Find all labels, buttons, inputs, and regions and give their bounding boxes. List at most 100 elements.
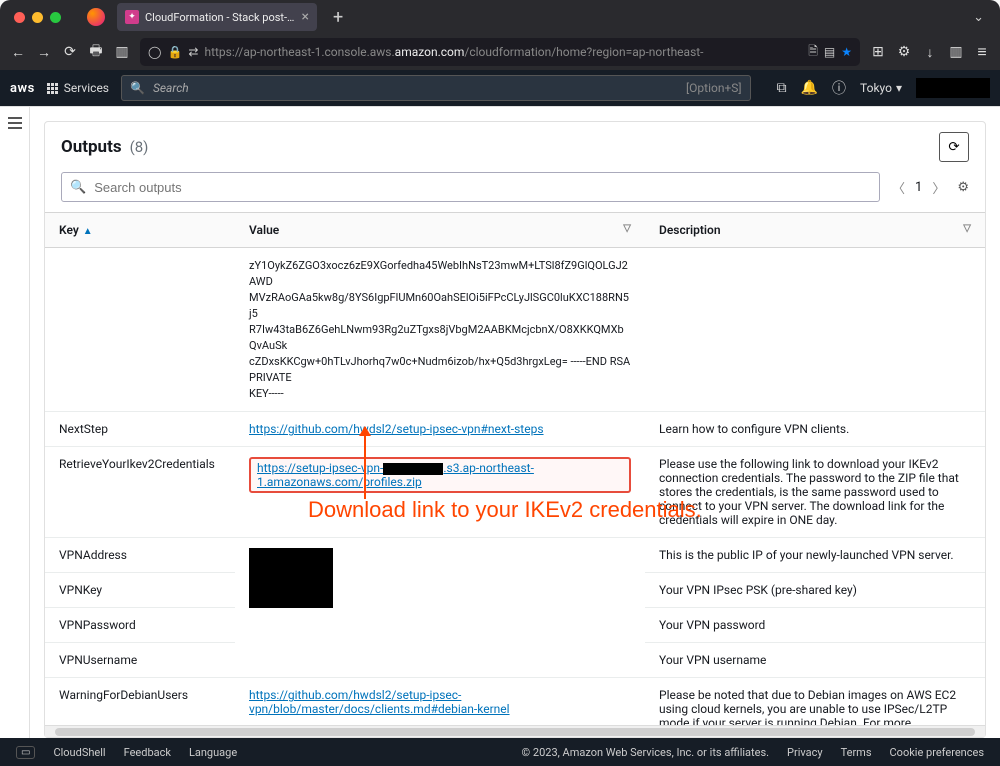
tab-bar: ✦ CloudFormation - Stack post-t… × + ⌄ — [0, 0, 1000, 34]
cell-key: VPNPassword — [45, 608, 235, 643]
outputs-panel: Outputs (8) ⟳ 🔍 〈 1 〉 ⚙ — [44, 121, 986, 738]
maximize-window-icon[interactable] — [50, 12, 61, 23]
table-row: NextStep https://github.com/hwdsl2/setup… — [45, 412, 985, 447]
cell-description: Learn how to configure VPN clients. — [645, 412, 985, 447]
hamburger-icon[interactable] — [8, 117, 22, 738]
bookmark-icon[interactable]: ★ — [841, 45, 852, 59]
prev-page-button[interactable]: 〈 — [892, 178, 905, 197]
search-placeholder: Search — [153, 81, 189, 95]
search-icon: 🔍 — [70, 180, 86, 195]
outputs-table: Key▲ Value▽ Description▽ — [45, 213, 985, 725]
search-shortcut: [Option+S] — [686, 81, 742, 95]
col-value[interactable]: Value▽ — [235, 213, 645, 248]
tab-favicon-icon: ✦ — [125, 10, 139, 24]
page-number: 1 — [915, 180, 922, 195]
nav-toggle-strip — [0, 107, 30, 738]
aws-logo[interactable]: aws — [10, 81, 35, 96]
cell-key: RetrieveYourIkev2Credentials — [45, 447, 235, 538]
back-button[interactable]: ← — [10, 44, 26, 61]
tab-title: CloudFormation - Stack post-t… — [145, 11, 296, 24]
region-selector[interactable]: Tokyo▾ — [860, 81, 902, 95]
aws-footer: ▭ CloudShell Feedback Language © 2023, A… — [0, 738, 1000, 766]
cell-description: Your VPN password — [645, 608, 985, 643]
col-key[interactable]: Key▲ — [45, 213, 235, 248]
table-row: VPNAddress This is the public IP of your… — [45, 538, 985, 573]
cell-key: NextStep — [45, 412, 235, 447]
menu-icon[interactable]: ≡ — [974, 42, 990, 62]
cell-key: VPNAddress — [45, 538, 235, 573]
table-row: zY1OykZ6ZGO3xocz6zE9XGorfedha45WebIhNsT2… — [45, 248, 985, 412]
table-row: RetrieveYourIkev2Credentials https://set… — [45, 447, 985, 538]
cloudshell-badge-icon[interactable]: ▭ — [16, 746, 35, 759]
reader-button[interactable]: ▥ — [114, 44, 130, 60]
tab-close-icon[interactable]: × — [302, 9, 309, 25]
tabs-overflow-icon[interactable]: ⌄ — [967, 10, 990, 25]
footer-privacy[interactable]: Privacy — [787, 746, 823, 759]
url-text: https://ap-northeast-1.console.aws.amazo… — [204, 45, 802, 59]
footer-feedback[interactable]: Feedback — [124, 746, 171, 759]
translate-icon[interactable]: 🗎 — [808, 42, 818, 63]
notifications-icon[interactable]: 🔔 — [801, 80, 818, 96]
account-icon[interactable]: ⚙ — [896, 44, 912, 60]
footer-language[interactable]: Language — [189, 746, 237, 759]
forward-button[interactable]: → — [36, 44, 52, 61]
scrollbar-thumb[interactable] — [55, 728, 975, 736]
close-window-icon[interactable] — [14, 12, 25, 23]
reload-button[interactable]: ⟳ — [62, 44, 78, 60]
value-link[interactable]: https://setup-ipsec-vpn-.s3.ap-northeast… — [257, 461, 534, 489]
cell-description: Please use the following link to downloa… — [645, 447, 985, 538]
aws-search[interactable]: 🔍 Search [Option+S] — [121, 75, 751, 101]
cell-value: zY1OykZ6ZGO3xocz6zE9XGorfedha45WebIhNsT2… — [249, 258, 631, 401]
cell-key: VPNUsername — [45, 643, 235, 678]
redacted-block — [249, 548, 333, 608]
sort-icon: ▽ — [963, 223, 971, 234]
downloads-icon[interactable]: ↓ — [922, 44, 938, 61]
new-tab-button[interactable]: + — [327, 7, 349, 28]
cell-key: VPNKey — [45, 573, 235, 608]
refresh-icon: ⟳ — [948, 139, 959, 155]
value-link[interactable]: https://github.com/hwdsl2/setup-ipsec-vp… — [249, 688, 510, 716]
page-action-icon[interactable]: ▤ — [824, 45, 835, 59]
grid-icon — [47, 83, 58, 94]
browser-chrome: ✦ CloudFormation - Stack post-t… × + ⌄ ←… — [0, 0, 1000, 70]
panel-count: (8) — [130, 138, 149, 156]
outputs-search[interactable]: 🔍 — [61, 172, 880, 202]
help-icon[interactable]: ⓘ — [832, 78, 846, 98]
footer-cloudshell[interactable]: CloudShell — [53, 746, 105, 759]
footer-copyright: © 2023, Amazon Web Services, Inc. or its… — [522, 746, 770, 759]
search-icon: 🔍 — [130, 81, 145, 95]
panel-title: Outputs — [61, 137, 122, 157]
permission-icon: ⇄ — [188, 45, 198, 59]
lock-icon: 🔒 — [167, 45, 182, 59]
cloudshell-icon[interactable]: ⧉ — [777, 80, 787, 96]
refresh-button[interactable]: ⟳ — [939, 132, 969, 162]
extension-icon[interactable]: ⊞ — [870, 44, 886, 60]
next-page-button[interactable]: 〉 — [932, 178, 945, 197]
highlighted-link: https://setup-ipsec-vpn-.s3.ap-northeast… — [249, 457, 631, 493]
outputs-table-wrap[interactable]: Key▲ Value▽ Description▽ — [45, 212, 985, 725]
cell-key: WarningForDebianUsers — [45, 678, 235, 725]
value-link[interactable]: https://github.com/hwdsl2/setup-ipsec-vp… — [249, 422, 544, 436]
browser-toolbar: ← → ⟳ 🖶 ▥ ◯ 🔒 ⇄ https://ap-northeast-1.c… — [0, 34, 1000, 70]
window-controls[interactable] — [14, 12, 61, 23]
minimize-window-icon[interactable] — [32, 12, 43, 23]
cell-description: Your VPN IPsec PSK (pre-shared key) — [645, 573, 985, 608]
footer-terms[interactable]: Terms — [841, 746, 872, 759]
col-description[interactable]: Description▽ — [645, 213, 985, 248]
shield-icon: ◯ — [148, 45, 161, 59]
outputs-search-input[interactable] — [94, 180, 871, 195]
table-row: WarningForDebianUsers https://github.com… — [45, 678, 985, 725]
redacted-text — [383, 463, 443, 475]
services-menu[interactable]: Services — [47, 81, 109, 95]
aws-global-header: aws Services 🔍 Search [Option+S] ⧉ 🔔 ⓘ T… — [0, 70, 1000, 106]
footer-cookies[interactable]: Cookie preferences — [890, 746, 984, 759]
sort-asc-icon: ▲ — [83, 226, 93, 237]
horizontal-scrollbar[interactable] — [45, 725, 985, 737]
address-bar[interactable]: ◯ 🔒 ⇄ https://ap-northeast-1.console.aws… — [140, 38, 860, 66]
print-button[interactable]: 🖶 — [88, 40, 104, 64]
cell-description: This is the public IP of your newly-laun… — [645, 538, 985, 573]
account-menu[interactable] — [916, 78, 990, 98]
settings-icon[interactable]: ⚙ — [957, 180, 969, 195]
sidebar-icon[interactable]: ▥ — [948, 44, 964, 60]
browser-tab[interactable]: ✦ CloudFormation - Stack post-t… × — [117, 3, 317, 31]
